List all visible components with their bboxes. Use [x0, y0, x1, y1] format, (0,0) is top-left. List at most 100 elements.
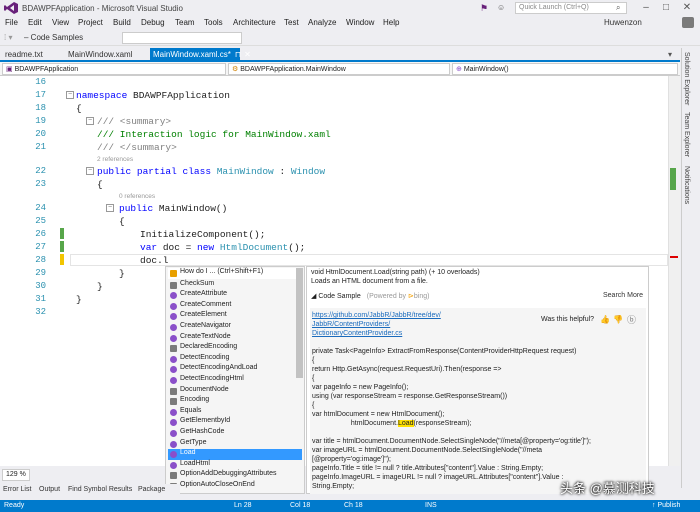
tab-output[interactable]: Output: [39, 486, 60, 493]
feedback-icon[interactable]: ☺: [497, 3, 505, 12]
codelens-references[interactable]: 0 references: [119, 193, 155, 200]
list-item[interactable]: DocumentNode: [168, 386, 302, 397]
list-item[interactable]: CreateComment: [168, 301, 302, 312]
project-label: BDAWPFApplication: [14, 66, 79, 73]
close-tab-icon[interactable]: ✕: [244, 50, 251, 59]
window-title: BDAWPFApplication - Microsoft Visual Stu…: [22, 4, 183, 13]
list-item[interactable]: LoadHtml: [168, 460, 302, 471]
menu-tools[interactable]: Tools: [204, 18, 223, 27]
team-explorer-tab[interactable]: Team Explorer: [683, 112, 690, 157]
toolbar-dropdown[interactable]: [122, 32, 242, 44]
editor-vertical-scrollbar[interactable]: [668, 76, 680, 466]
list-item[interactable]: DetectEncoding: [168, 354, 302, 365]
list-item[interactable]: Equals: [168, 407, 302, 418]
tab-find-symbol-results[interactable]: Find Symbol Results: [68, 486, 132, 493]
sample-line: pageInfo.ImageURL = imageURL != null ? i…: [312, 474, 564, 481]
highlighted-load: Load: [397, 420, 414, 427]
list-item[interactable]: GetType: [168, 439, 302, 450]
collapse-toggle-icon[interactable]: −: [66, 91, 74, 99]
tab-readme[interactable]: readme.txt: [5, 50, 43, 59]
sample-source-link[interactable]: JabbR/ContentProviders/: [312, 321, 390, 328]
line-number: 22: [35, 166, 46, 176]
list-item[interactable]: GetElementbyId: [168, 417, 302, 428]
code-line-22: public partial class MainWindow : Window: [97, 166, 326, 177]
menu-help[interactable]: Help: [383, 18, 399, 27]
list-item[interactable]: Encoding: [168, 396, 302, 407]
notification-flag-icon[interactable]: ⚑: [480, 3, 488, 14]
wrench-icon: [170, 345, 177, 353]
list-item[interactable]: DetectEncodingAndLoad: [168, 364, 302, 375]
list-item-selected[interactable]: Load: [168, 449, 302, 460]
method-icon: [170, 419, 177, 427]
notifications-tab[interactable]: Notifications: [683, 166, 690, 204]
list-item[interactable]: DetectEncodingHtml: [168, 375, 302, 386]
list-item[interactable]: DeclaredEncoding: [168, 343, 302, 354]
menu-file[interactable]: File: [5, 18, 18, 27]
collapse-toggle-icon[interactable]: −: [86, 117, 94, 125]
intellisense-list[interactable]: How do I ... (Ctrl+Shift+F1) CheckSum Cr…: [165, 266, 305, 494]
list-item-label: Equals: [180, 406, 202, 414]
collapse-toggle-icon[interactable]: −: [86, 167, 94, 175]
toolbar: [0, 30, 700, 46]
method-description: Loads an HTML document from a file.: [311, 278, 428, 285]
line-number: 29: [35, 268, 46, 278]
menu-test[interactable]: Test: [284, 18, 299, 27]
scroll-marker-current: [670, 256, 678, 258]
tab-error-list[interactable]: Error List: [3, 486, 31, 493]
solution-explorer-tab[interactable]: Solution Explorer: [683, 52, 690, 105]
project-dropdown[interactable]: ▣ BDAWPFApplication: [2, 63, 226, 75]
user-name[interactable]: Huwenzon: [604, 18, 642, 27]
menu-architecture[interactable]: Architecture: [233, 18, 276, 27]
menu-view[interactable]: View: [52, 18, 69, 27]
how-do-i-item[interactable]: How do I ... (Ctrl+Shift+F1): [168, 268, 302, 279]
tab-mainwindow-xaml-cs[interactable]: MainWindow.xaml.cs* ⊓ ✕: [150, 48, 251, 62]
menu-project[interactable]: Project: [78, 18, 103, 27]
list-item[interactable]: CreateTextNode: [168, 333, 302, 344]
tab-mainwindow-xaml[interactable]: MainWindow.xaml: [68, 50, 132, 59]
menu-debug[interactable]: Debug: [141, 18, 165, 27]
intellisense-scrollbar-thumb[interactable]: [296, 268, 303, 378]
menu-team[interactable]: Team: [175, 18, 195, 27]
menu-window[interactable]: Window: [346, 18, 374, 27]
tab-package-manager[interactable]: Package: [138, 486, 165, 493]
list-item[interactable]: OptionAutoCloseOnEnd: [168, 481, 302, 492]
thumbs-up-icon[interactable]: 👍: [600, 315, 610, 324]
close-button[interactable]: ✕: [677, 1, 697, 15]
class-dropdown[interactable]: ⚙ BDAWPFApplication.MainWindow: [228, 63, 450, 75]
menu-build[interactable]: Build: [113, 18, 131, 27]
minimize-button[interactable]: –: [636, 1, 656, 15]
publish-button[interactable]: ↑ Publish: [652, 502, 680, 509]
zoom-level[interactable]: 129 %: [2, 469, 30, 481]
list-item[interactable]: GetHashCode: [168, 428, 302, 439]
list-item[interactable]: CreateElement: [168, 311, 302, 322]
list-item[interactable]: CreateNavigator: [168, 322, 302, 333]
menu-analyze[interactable]: Analyze: [308, 18, 336, 27]
collapse-toggle-icon[interactable]: −: [106, 204, 114, 212]
list-item-label: DetectEncodingAndLoad: [180, 364, 258, 372]
search-more-link[interactable]: Search More: [603, 292, 643, 299]
line-number: 23: [35, 179, 46, 189]
tab-overflow-icon[interactable]: ▾: [668, 50, 672, 59]
maximize-button[interactable]: □: [656, 1, 676, 15]
member-dropdown[interactable]: ⊕ MainWindow(): [452, 63, 678, 75]
bing-search-icon[interactable]: ⓑ: [627, 313, 636, 326]
list-item[interactable]: OptionAddDebuggingAttributes: [168, 470, 302, 481]
code-samples-toolbar[interactable]: – Code Samples: [24, 33, 83, 42]
sample-source-link[interactable]: https://github.com/JabbR/JabbR/tree/dev/: [312, 312, 441, 319]
list-item[interactable]: CheckSum: [168, 280, 302, 291]
user-avatar-icon[interactable]: [682, 17, 694, 28]
sample-source-link[interactable]: DictionaryContentProvider.cs: [312, 330, 402, 337]
line-number: 31: [35, 294, 46, 304]
codelens-references[interactable]: 2 references: [97, 156, 133, 163]
code-line-28[interactable]: doc.l: [140, 255, 169, 266]
method-icon: ⊕: [456, 66, 464, 73]
method-icon: [170, 355, 177, 363]
menu-edit[interactable]: Edit: [28, 18, 42, 27]
quick-launch-input[interactable]: Quick Launch (Ctrl+Q): [515, 2, 627, 14]
wrench-icon: [170, 281, 177, 289]
thumbs-down-icon[interactable]: 👎: [613, 315, 623, 324]
code-sample-header[interactable]: ◢ Code Sample (Powered by ⊳bing): [311, 292, 430, 300]
sample-line: var pageInfo = new PageInfo();: [312, 384, 409, 391]
pin-icon[interactable]: ⊓: [235, 50, 241, 59]
list-item[interactable]: CreateAttribute: [168, 290, 302, 301]
